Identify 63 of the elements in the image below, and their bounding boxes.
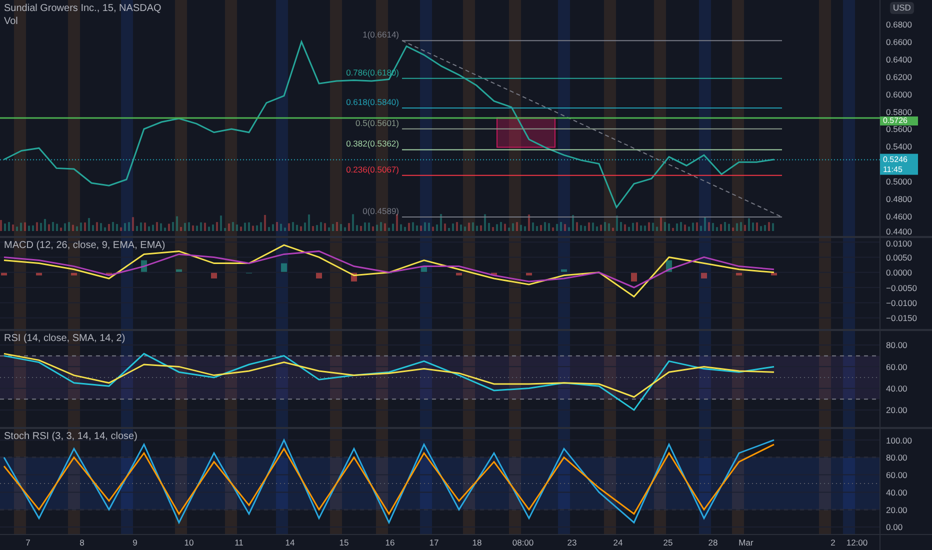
axis-label: 0.4600 [886, 211, 912, 222]
time-axis-label: 12:00 [846, 537, 868, 548]
axis-label: 0.6200 [886, 72, 912, 82]
axis-label: 0.5800 [886, 106, 912, 117]
time-axis-label: 11 [234, 537, 244, 548]
axis-label: −0.0050 [886, 282, 917, 293]
axis-label: 60.00 [886, 362, 908, 372]
axis-label: 80.00 [886, 340, 908, 350]
fib-level-label: 0(0.4589) [362, 206, 399, 216]
axis-label: 0.4800 [886, 194, 912, 204]
axis-label: 0.00 [886, 522, 903, 532]
time-axis-label: 10 [184, 537, 194, 548]
axis-label: 0.5600 [886, 124, 912, 134]
ref-line-label: 0.5726 [883, 116, 908, 126]
axis-label: 0.6000 [886, 89, 912, 100]
time-axis-label: 15 [339, 537, 349, 548]
ref-line-label: 0.5246 [883, 154, 908, 164]
symbol-title: Sundial Growers Inc., 15, NASDAQ [4, 3, 162, 14]
axis-label: 0.6600 [886, 37, 912, 48]
time-axis-label: 23 [567, 537, 577, 548]
fib-level-label: 0.618(0.5840) [346, 97, 399, 108]
fib-level-label: 0.5(0.5601) [356, 118, 399, 128]
time-axis-label: 18 [472, 537, 482, 548]
price-tag: 0.5726 [880, 116, 918, 126]
axis-label: 80.00 [886, 452, 908, 463]
axis-label: 0.0000 [886, 268, 912, 278]
time-axis-label: 7 [26, 537, 30, 548]
axis-label: 0.0050 [886, 252, 912, 262]
indicator-legend: Stoch RSI (3, 3, 14, 14, close) [4, 431, 138, 442]
axis-label: 20.00 [886, 405, 908, 416]
axis-label: 40.00 [886, 384, 908, 394]
volume-label: Vol [4, 16, 19, 27]
time-axis-label: 8 [80, 537, 84, 548]
time-axis-label: 9 [132, 537, 138, 548]
time-axis-label: Mar [738, 537, 754, 548]
fib-level-label: 0.236(0.5067) [346, 164, 399, 174]
axis-label: 0.5000 [886, 176, 912, 186]
time-axis-label: 24 [613, 537, 623, 548]
fib-level-label: 0.382(0.5362) [346, 138, 399, 149]
currency-label: USD [890, 2, 914, 14]
indicator-legend: MACD (12, 26, close, 9, EMA, EMA) [4, 240, 166, 251]
indicator-legend: RSI (14, close, SMA, 14, 2) [4, 333, 126, 344]
axis-label: 0.6400 [886, 54, 912, 64]
axis-label: −0.0150 [886, 313, 917, 324]
time-axis-label: 28 [708, 537, 718, 548]
fib-level-label: 1(0.6614) [362, 30, 399, 40]
axis-label: 0.4400 [886, 226, 912, 236]
axis-label: 20.00 [886, 504, 908, 515]
time-axis-label: 2 [830, 537, 836, 548]
price-tag: 0.5246 11:45 [880, 154, 918, 175]
time-axis-label: 14 [285, 537, 295, 548]
time-axis-label: 25 [663, 537, 673, 548]
time-axis-label: 17 [429, 537, 439, 548]
time-axis-label: 16 [385, 537, 395, 548]
highlight-box [496, 117, 556, 148]
axis-label: −0.0100 [886, 298, 917, 308]
axis-label: 60.00 [886, 470, 908, 480]
axis-label: 0.5400 [886, 142, 912, 152]
axis-label: 0.6800 [886, 20, 912, 30]
axis-label: 0.0100 [886, 238, 912, 248]
time-axis-label: 08:00 [512, 537, 534, 548]
axis-label: 100.00 [886, 435, 912, 446]
axis-label: 40.00 [886, 487, 908, 498]
